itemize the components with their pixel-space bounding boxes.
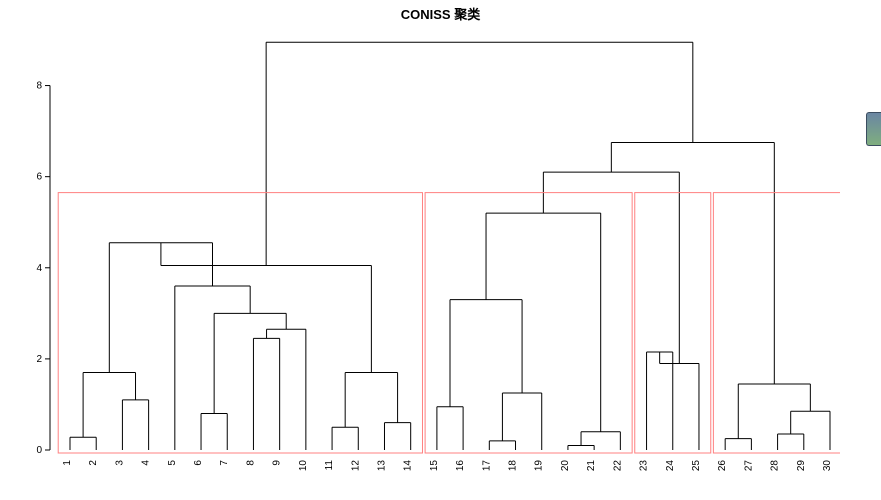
leaf-label: 6 bbox=[193, 460, 204, 466]
leaf-label: 18 bbox=[508, 460, 519, 472]
leaf-label: 22 bbox=[612, 460, 623, 472]
leaf-label: 14 bbox=[403, 460, 414, 472]
leaf-label: 24 bbox=[665, 460, 676, 472]
leaf-label: 16 bbox=[455, 460, 466, 472]
y-tick-label: 8 bbox=[36, 81, 42, 92]
leaf-label: 2 bbox=[88, 460, 99, 466]
leaf-label: 4 bbox=[141, 460, 152, 466]
leaf-label: 27 bbox=[743, 460, 754, 472]
y-tick-label: 2 bbox=[36, 354, 42, 365]
leaf-label: 26 bbox=[717, 460, 728, 472]
leaf-label: 20 bbox=[560, 460, 571, 472]
leaf-label: 21 bbox=[586, 460, 597, 472]
leaf-label: 1 bbox=[62, 460, 73, 466]
leaf-label: 25 bbox=[691, 460, 702, 472]
y-tick-label: 4 bbox=[36, 263, 42, 274]
leaf-label: 9 bbox=[272, 460, 283, 466]
leaf-label: 12 bbox=[350, 460, 361, 472]
cluster-rect bbox=[58, 193, 422, 453]
dendrogram-plot: 0246812345678910111213141516171819202122… bbox=[30, 30, 840, 490]
leaf-label: 7 bbox=[219, 460, 230, 466]
leaf-label: 13 bbox=[376, 460, 387, 472]
leaf-label: 8 bbox=[245, 460, 256, 466]
leaf-label: 19 bbox=[534, 460, 545, 472]
chart-title: CONISS 聚类 bbox=[0, 4, 881, 23]
leaf-label: 17 bbox=[481, 460, 492, 472]
leaf-label: 3 bbox=[114, 460, 125, 466]
leaf-label: 28 bbox=[770, 460, 781, 472]
leaf-label: 5 bbox=[167, 460, 178, 466]
leaf-label: 30 bbox=[822, 460, 833, 472]
y-tick-label: 0 bbox=[36, 445, 42, 456]
y-tick-label: 6 bbox=[36, 172, 42, 183]
cluster-rect bbox=[713, 193, 840, 453]
leaf-label: 29 bbox=[796, 460, 807, 472]
leaf-label: 15 bbox=[429, 460, 440, 472]
side-gradient-badge bbox=[866, 112, 881, 146]
leaf-label: 11 bbox=[324, 460, 335, 471]
leaf-label: 10 bbox=[298, 460, 309, 472]
leaf-label: 23 bbox=[639, 460, 650, 472]
